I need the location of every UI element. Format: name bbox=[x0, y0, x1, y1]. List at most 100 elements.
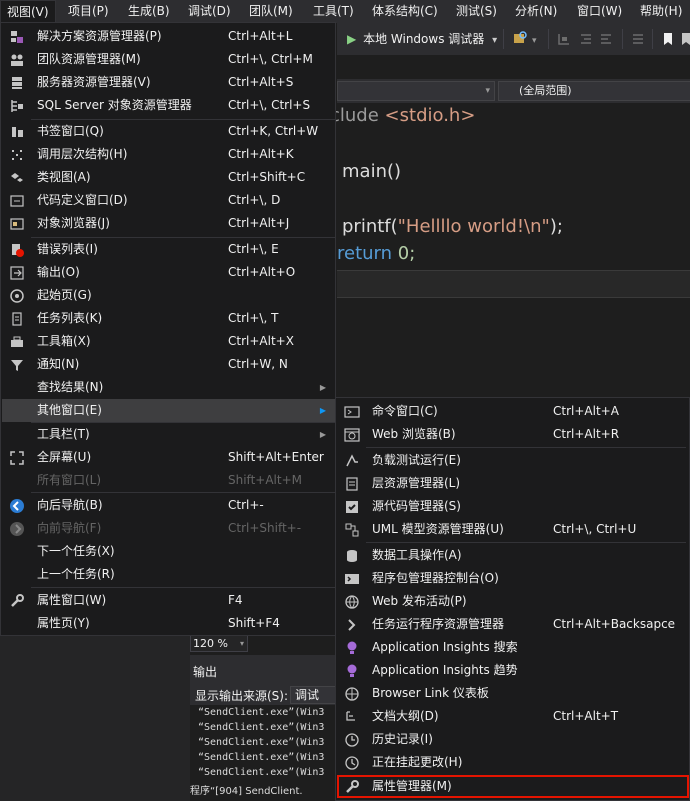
object-browser-icon bbox=[9, 216, 25, 232]
chevron-down-icon: ▾ bbox=[485, 86, 490, 96]
menu-separator bbox=[31, 492, 335, 493]
code-line-printf: printf("Hellllo world!\n"); bbox=[342, 216, 563, 237]
menu-item-web-browser[interactable]: Web 浏览器(B) Ctrl+Alt+R bbox=[337, 423, 689, 446]
start-page-icon bbox=[9, 288, 25, 304]
insights-search-icon bbox=[344, 640, 360, 656]
web-browser-icon bbox=[344, 427, 360, 443]
code-editor[interactable] bbox=[337, 103, 690, 298]
menu-item-full-screen[interactable]: 全屏幕(U) Shift+Alt+Enter bbox=[2, 446, 336, 469]
code-line-main: main() bbox=[342, 161, 402, 182]
menu-item-object-browser[interactable]: 对象浏览器(J) Ctrl+Alt+J bbox=[2, 212, 336, 235]
menu-separator bbox=[31, 587, 335, 588]
left-panel bbox=[0, 636, 190, 801]
bookmark-icon[interactable] bbox=[660, 31, 676, 47]
menu-item-property-pages[interactable]: 属性页(Y) Shift+F4 bbox=[2, 612, 336, 635]
menu-item-package-manager-console[interactable]: 程序包管理器控制台(O) bbox=[337, 567, 689, 590]
insights-trends-icon bbox=[344, 663, 360, 679]
menu-item-toolbars[interactable]: 工具栏(T) ▶ bbox=[2, 423, 336, 446]
find-in-files-icon[interactable] bbox=[512, 30, 528, 46]
menu-item-document-outline[interactable]: 文档大纲(D) Ctrl+Alt+T bbox=[337, 705, 689, 728]
menu-item-property-manager[interactable]: 属性管理器(M) bbox=[337, 775, 689, 798]
menu-item-find-results[interactable]: 查找结果(N) ▶ bbox=[2, 376, 336, 399]
menu-team[interactable]: 团队(M) bbox=[249, 0, 293, 23]
chevron-down-icon[interactable]: ▾ bbox=[492, 35, 497, 46]
menu-item-navigate-back[interactable]: 向后导航(B) Ctrl+- bbox=[2, 494, 336, 517]
document-outline-icon bbox=[344, 709, 360, 725]
menu-separator bbox=[366, 447, 686, 448]
scope-dropdown[interactable]: (全局范围) bbox=[498, 81, 690, 101]
command-window-icon bbox=[344, 404, 360, 420]
menu-item-uml-model-explorer[interactable]: UML 模型资源管理器(U) Ctrl+\, Ctrl+U bbox=[337, 518, 689, 541]
indent-icon[interactable] bbox=[578, 31, 594, 47]
menu-item-server-explorer[interactable]: 服务器资源管理器(V) Ctrl+Alt+S bbox=[2, 71, 336, 94]
play-icon: ▶ bbox=[347, 32, 357, 46]
menu-item-layer-explorer[interactable]: 层资源管理器(L) bbox=[337, 472, 689, 495]
package-manager-icon bbox=[344, 571, 360, 587]
menu-item-data-tools-operations[interactable]: 数据工具操作(A) bbox=[337, 544, 689, 567]
menu-item-start-page[interactable]: 起始页(G) bbox=[2, 284, 336, 307]
solution-explorer-icon bbox=[9, 29, 25, 45]
menu-item-bookmark-window[interactable]: 书签窗口(Q) Ctrl+K, Ctrl+W bbox=[2, 120, 336, 143]
data-tools-icon bbox=[344, 548, 360, 564]
menu-item-toolbox[interactable]: 工具箱(X) Ctrl+Alt+X bbox=[2, 330, 336, 353]
menu-project[interactable]: 项目(P) bbox=[68, 0, 109, 23]
menu-item-output[interactable]: 输出(O) Ctrl+Alt+O bbox=[2, 261, 336, 284]
menu-build[interactable]: 生成(B) bbox=[128, 0, 170, 23]
chevron-down-icon[interactable]: ▾ bbox=[532, 36, 537, 46]
output-line: “SendClient.exe”(Win3 bbox=[198, 707, 325, 718]
output-source-label: 显示输出来源(S): bbox=[195, 689, 289, 703]
menu-architecture[interactable]: 体系结构(C) bbox=[372, 0, 438, 23]
menu-item-app-insights-search[interactable]: Application Insights 搜索 bbox=[337, 636, 689, 659]
menu-item-properties-window[interactable]: 属性窗口(W) F4 bbox=[2, 589, 336, 612]
start-debug-button[interactable]: ▶ 本地 Windows 调试器 ▾ bbox=[347, 30, 497, 48]
menu-item-web-publish-activity[interactable]: Web 发布活动(P) bbox=[337, 590, 689, 613]
menu-item-source-control-explorer[interactable]: 源代码管理器(S) bbox=[337, 495, 689, 518]
menu-analyze[interactable]: 分析(N) bbox=[515, 0, 557, 23]
output-text[interactable]: “SendClient.exe”(Win3 “SendClient.exe”(W… bbox=[190, 705, 338, 801]
menu-item-task-list[interactable]: 任务列表(K) Ctrl+\, T bbox=[2, 307, 336, 330]
uml-explorer-icon bbox=[344, 522, 360, 538]
menu-item-class-view[interactable]: 类视图(A) Ctrl+Shift+C bbox=[2, 166, 336, 189]
menu-item-solution-explorer[interactable]: 解决方案资源管理器(P) Ctrl+Alt+L bbox=[2, 25, 336, 48]
menu-window[interactable]: 窗口(W) bbox=[577, 0, 622, 23]
step-icon[interactable] bbox=[556, 31, 572, 47]
notifications-icon bbox=[9, 357, 25, 373]
menu-help[interactable]: 帮助(H) bbox=[640, 0, 682, 23]
menu-item-command-window[interactable]: 命令窗口(C) Ctrl+Alt+A bbox=[337, 400, 689, 423]
menu-item-task-runner-explorer[interactable]: 任务运行程序资源管理器 Ctrl+Alt+Backsapce bbox=[337, 613, 689, 636]
navigate-back-icon bbox=[9, 498, 25, 514]
menu-item-sql-server-explorer[interactable]: SQL Server 对象资源管理器 Ctrl+\, Ctrl+S bbox=[2, 94, 336, 117]
menu-item-other-windows[interactable]: 其他窗口(E) ▶ bbox=[2, 399, 336, 422]
menu-item-previous-task[interactable]: 上一个任务(R) bbox=[2, 563, 336, 586]
menu-item-error-list[interactable]: 错误列表(I) Ctrl+\, E bbox=[2, 238, 336, 261]
menu-item-app-insights-trends[interactable]: Application Insights 趋势 bbox=[337, 659, 689, 682]
menu-item-team-explorer[interactable]: 团队资源管理器(M) Ctrl+\, Ctrl+M bbox=[2, 48, 336, 71]
bookmark-next-icon[interactable] bbox=[680, 31, 690, 47]
menu-view[interactable]: 视图(V) bbox=[0, 0, 56, 23]
menu-test[interactable]: 测试(S) bbox=[456, 0, 497, 23]
navigate-forward-icon bbox=[9, 521, 25, 537]
layer-explorer-icon bbox=[344, 476, 360, 492]
code-line-return: return 0; bbox=[337, 243, 416, 264]
fullscreen-icon bbox=[9, 450, 25, 466]
menu-item-history[interactable]: 历史记录(I) bbox=[337, 728, 689, 751]
properties-wrench-icon bbox=[9, 593, 25, 609]
menu-item-notifications[interactable]: 通知(N) Ctrl+W, N bbox=[2, 353, 336, 376]
menu-tools[interactable]: 工具(T) bbox=[313, 0, 354, 23]
web-publish-icon bbox=[344, 594, 360, 610]
menu-item-pending-changes[interactable]: 正在挂起更改(H) bbox=[337, 751, 689, 774]
member-dropdown[interactable]: ▾ bbox=[337, 81, 495, 101]
menu-item-call-hierarchy[interactable]: 调用层次结构(H) Ctrl+Alt+K bbox=[2, 143, 336, 166]
menu-item-navigate-forward: 向前导航(F) Ctrl+Shift+- bbox=[2, 517, 336, 540]
debug-target-label: 本地 Windows 调试器 bbox=[363, 32, 485, 46]
comment-icon[interactable] bbox=[630, 31, 646, 47]
output-line: “SendClient.exe”(Win3 bbox=[198, 752, 325, 763]
zoom-dropdown[interactable]: 120 % ▾ bbox=[190, 635, 248, 652]
menu-item-next-task[interactable]: 下一个任务(X) bbox=[2, 540, 336, 563]
menu-item-browser-link-dashboard[interactable]: Browser Link 仪表板 bbox=[337, 682, 689, 705]
menu-item-load-test-runs[interactable]: 负载测试运行(E) bbox=[337, 449, 689, 472]
menu-debug[interactable]: 调试(D) bbox=[188, 0, 231, 23]
output-line: “SendClient.exe”(Win3 bbox=[198, 737, 325, 748]
outdent-icon[interactable] bbox=[598, 31, 614, 47]
menu-item-code-definition[interactable]: 代码定义窗口(D) Ctrl+\, D bbox=[2, 189, 336, 212]
